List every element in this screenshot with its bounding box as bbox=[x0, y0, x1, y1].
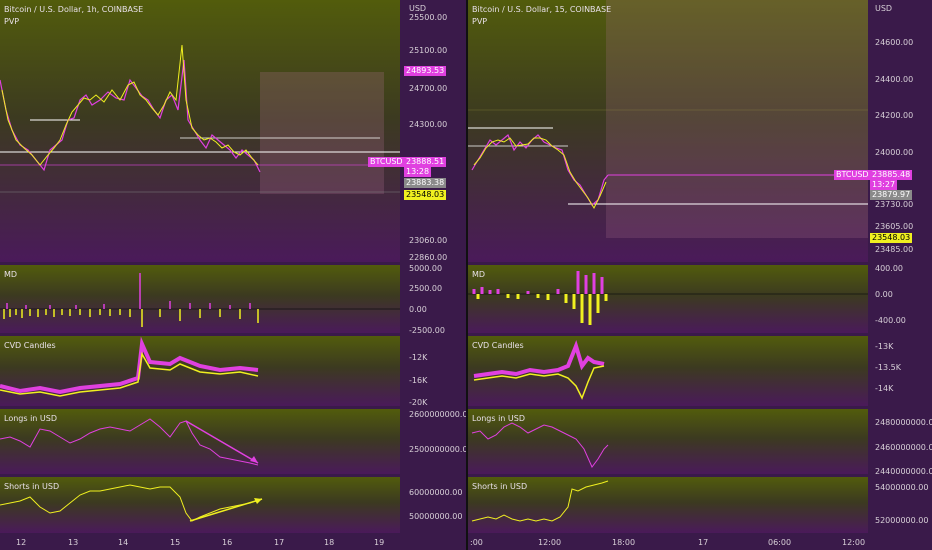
right-price-tick: 23730.00 bbox=[875, 200, 914, 209]
left-md-tick: 2500.00 bbox=[409, 284, 443, 293]
left-shorts-tick: 60000000.00 bbox=[409, 488, 463, 497]
left-price-tick: 24700.00 bbox=[409, 84, 448, 93]
right-x-tick: 12:00 bbox=[538, 538, 562, 547]
left-md-title: MD bbox=[4, 270, 18, 279]
left-shorts-tick: 50000000.00 bbox=[409, 512, 463, 521]
left-price-tick: 25100.00 bbox=[409, 46, 448, 55]
right-longs-tick: 2460000000.00 bbox=[875, 443, 932, 452]
right-x-tick: 12:00 bbox=[842, 538, 866, 547]
right-cvd-pane[interactable]: CVD Candles bbox=[468, 336, 868, 406]
right-price-tick: 24200.00 bbox=[875, 111, 914, 120]
right-cvd-tick: -13.5K bbox=[875, 363, 901, 372]
right-countdown-tag: 13:27 bbox=[870, 180, 898, 190]
right-longs-tick: 2480000000.00 bbox=[875, 418, 932, 427]
right-md-tick: -400.00 bbox=[875, 316, 906, 325]
left-cvd-tick: -20K bbox=[409, 398, 428, 407]
right-price-tick: 24000.00 bbox=[875, 148, 914, 157]
left-md-tick: -2500.00 bbox=[409, 326, 445, 335]
left-yellow-price-tag: 23548.03 bbox=[404, 190, 447, 200]
right-longs-title: Longs in USD bbox=[472, 414, 525, 423]
left-chart-symbol: Bitcoin / U.S. Dollar, 1h, COINBASE bbox=[4, 5, 144, 14]
right-shorts-plot bbox=[471, 480, 609, 522]
left-x-tick: 12 bbox=[16, 538, 27, 547]
right-shorts-tick: 54000000.00 bbox=[875, 483, 929, 492]
right-last-price-tag: 23885.48 bbox=[870, 170, 913, 180]
right-price-tick: 24400.00 bbox=[875, 75, 914, 84]
left-countdown-tag: 13:28 bbox=[404, 167, 432, 177]
left-shorts-pane[interactable]: Shorts in USD bbox=[0, 477, 400, 533]
right-yellow-price-tag: 23548.03 bbox=[870, 233, 913, 243]
left-longs-plot bbox=[0, 418, 259, 466]
left-x-tick: 13 bbox=[68, 538, 79, 547]
left-x-tick: 14 bbox=[118, 538, 129, 547]
right-cvd-plot bbox=[473, 339, 605, 400]
left-md-pane[interactable]: MD bbox=[0, 265, 400, 333]
right-x-tick: 06:00 bbox=[768, 538, 792, 547]
left-gray-price-tag: 23883.38 bbox=[404, 178, 447, 188]
right-price-pane[interactable]: Bitcoin / U.S. Dollar, 15, COINBASE PVP bbox=[468, 0, 868, 262]
right-chart-symbol: Bitcoin / U.S. Dollar, 15, COINBASE bbox=[472, 5, 612, 14]
left-x-tick: 16 bbox=[222, 538, 233, 547]
left-price-tick: 23060.00 bbox=[409, 236, 448, 245]
right-x-tick: 17 bbox=[698, 538, 709, 547]
right-x-tick: 18:00 bbox=[612, 538, 636, 547]
left-longs-pane[interactable]: Longs in USD bbox=[0, 409, 400, 474]
right-price-tick: 24600.00 bbox=[875, 38, 914, 47]
right-symbol-tag: BTCUSD bbox=[834, 170, 871, 180]
right-shorts-title: Shorts in USD bbox=[472, 482, 528, 491]
left-cvd-title: CVD Candles bbox=[4, 341, 56, 350]
left-axis-unit: USD bbox=[409, 4, 427, 13]
left-longs-tick: 2600000000.00 bbox=[409, 410, 473, 419]
right-md-plot bbox=[468, 271, 868, 325]
right-cvd-tick: -14K bbox=[875, 384, 894, 393]
left-x-tick: 15 bbox=[170, 538, 181, 547]
right-shorts-tick: 52000000.00 bbox=[875, 516, 929, 525]
left-price-pane[interactable]: Bitcoin / U.S. Dollar, 1h, COINBASE PVP bbox=[0, 0, 400, 262]
left-indicator-label: PVP bbox=[4, 17, 20, 26]
right-x-tick: :00 bbox=[470, 538, 483, 547]
left-price-tick: 25500.00 bbox=[409, 13, 448, 22]
right-cvd-title: CVD Candles bbox=[472, 341, 524, 350]
right-md-tick: 0.00 bbox=[875, 290, 893, 299]
left-cvd-tick: -16K bbox=[409, 376, 428, 385]
right-longs-plot bbox=[471, 422, 609, 468]
left-x-tick: 19 bbox=[374, 538, 385, 547]
left-longs-tick: 2500000000.00 bbox=[409, 445, 473, 454]
left-shorts-plot bbox=[0, 484, 263, 522]
left-shorts-title: Shorts in USD bbox=[4, 482, 60, 491]
left-cvd-plot bbox=[0, 336, 259, 397]
right-price-plot bbox=[468, 0, 868, 238]
left-high-price-tag: 24893.53 bbox=[404, 66, 447, 76]
left-md-tick: 5000.00 bbox=[409, 264, 443, 273]
left-x-tick: 18 bbox=[324, 538, 335, 547]
right-cvd-tick: -13K bbox=[875, 342, 894, 351]
left-cvd-pane[interactable]: CVD Candles bbox=[0, 336, 400, 406]
right-shorts-pane[interactable]: Shorts in USD bbox=[468, 477, 868, 533]
right-longs-tick: 2440000000.00 bbox=[875, 467, 932, 476]
right-price-tick: 23605.00 bbox=[875, 222, 914, 231]
left-md-tick: 0.00 bbox=[409, 305, 427, 314]
right-price-tick: 23485.00 bbox=[875, 245, 914, 254]
left-symbol-tag: BTCUSD bbox=[368, 157, 405, 167]
left-x-tick: 17 bbox=[274, 538, 285, 547]
left-last-price-tag: 23888.51 bbox=[404, 157, 447, 167]
left-md-plot bbox=[0, 273, 400, 327]
right-gray-price-tag: 23879.97 bbox=[870, 190, 913, 200]
left-price-plot bbox=[0, 44, 400, 194]
right-longs-pane[interactable]: Longs in USD bbox=[468, 409, 868, 474]
right-md-title: MD bbox=[472, 270, 486, 279]
right-axis-unit: USD bbox=[875, 4, 893, 13]
right-md-tick: 400.00 bbox=[875, 264, 903, 273]
left-price-tick: 24300.00 bbox=[409, 120, 448, 129]
left-longs-title: Longs in USD bbox=[4, 414, 57, 423]
right-md-pane[interactable]: MD bbox=[468, 265, 868, 333]
left-cvd-tick: -12K bbox=[409, 353, 428, 362]
right-indicator-label: PVP bbox=[472, 17, 488, 26]
left-price-tick: 22860.00 bbox=[409, 253, 448, 262]
